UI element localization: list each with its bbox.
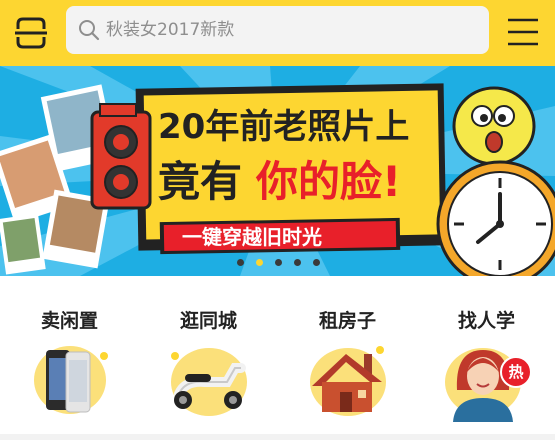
search-placeholder: 秋装女2017新款 xyxy=(106,20,235,40)
category-rent[interactable]: 租房子 xyxy=(278,276,417,434)
carousel-dot-active[interactable] xyxy=(256,259,263,266)
banner-ribbon-text: 一键穿越旧时光 xyxy=(182,225,322,249)
banner-headline-line2a: 竟有 xyxy=(158,157,242,206)
hot-badge: 热 xyxy=(500,356,532,388)
category-learn[interactable]: 找人学 热 xyxy=(417,276,555,434)
category-label: 租房子 xyxy=(318,310,376,332)
category-label: 逛同城 xyxy=(179,310,237,332)
search-icon xyxy=(78,19,100,41)
category-grid: 卖闲置 逛同城 租房子 找人学 热 xyxy=(0,276,555,434)
promo-banner[interactable]: 20年前老照片上 竟有 你的脸! 一键穿越旧时光 xyxy=(0,66,555,276)
camera-icon xyxy=(90,103,152,210)
carousel-dot[interactable] xyxy=(275,259,282,266)
carousel-dot[interactable] xyxy=(294,259,301,266)
top-bar: 秋装女2017新款 xyxy=(0,0,555,66)
scooter-icon xyxy=(165,342,251,422)
category-local[interactable]: 逛同城 xyxy=(139,276,278,434)
category-sell-idle[interactable]: 卖闲置 xyxy=(0,276,139,434)
carousel-dot[interactable] xyxy=(237,259,244,266)
mascot-icon xyxy=(452,86,536,166)
phone-icon xyxy=(26,342,112,422)
category-label: 卖闲置 xyxy=(40,310,98,332)
clock-icon xyxy=(436,160,555,276)
scan-icon[interactable] xyxy=(12,14,50,52)
carousel-dot[interactable] xyxy=(313,259,320,266)
search-input[interactable]: 秋装女2017新款 xyxy=(66,6,489,54)
banner-headline-line2b: 你的脸! xyxy=(255,157,401,206)
house-icon xyxy=(304,342,390,422)
menu-icon[interactable] xyxy=(506,15,540,49)
category-label: 找人学 xyxy=(457,310,515,332)
banner-headline-line1: 20年前老照片上 xyxy=(158,107,409,147)
